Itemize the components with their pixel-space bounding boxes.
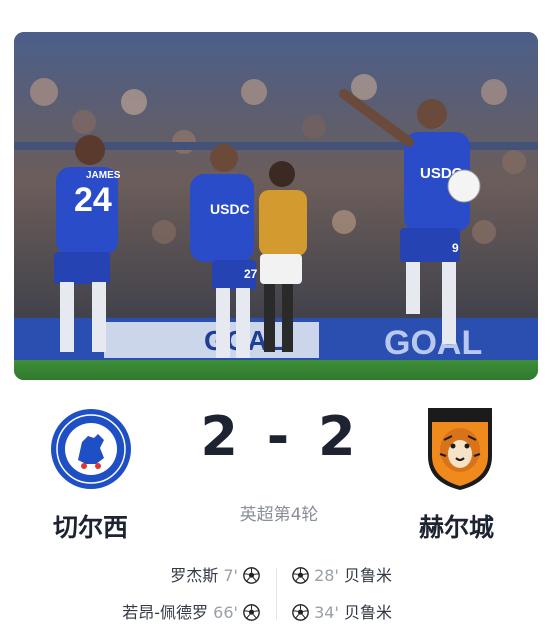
away-score: 2 (318, 405, 358, 468)
goal-minute: 66' (213, 603, 238, 622)
scoreline: 2 - 2 (0, 405, 558, 468)
home-score: 2 (200, 405, 240, 468)
home-goal-event: 罗杰斯 7' (170, 562, 260, 586)
goal-minute: 28' (314, 566, 339, 585)
scorer-name: 罗杰斯 (170, 566, 219, 585)
match-photo-graphic: GOAL GOAL 24 JAMES USDC 27 (14, 32, 538, 380)
svg-text:JAMES: JAMES (86, 170, 121, 181)
goal-minute: 34' (314, 603, 339, 622)
events-divider (276, 568, 277, 620)
soccer-ball-icon (292, 604, 309, 621)
away-goal-event: 34' 贝鲁米 (292, 599, 392, 623)
goal-minute: 7' (223, 566, 238, 585)
scorer-name: 贝鲁米 (343, 566, 392, 585)
soccer-ball-icon (292, 567, 309, 584)
svg-text:24: 24 (74, 181, 112, 219)
away-team-name[interactable]: 赫尔城 (419, 508, 494, 544)
svg-text:USDC: USDC (210, 201, 250, 217)
score-separator: - (266, 405, 292, 468)
match-photo: GOAL GOAL 24 JAMES USDC 27 (14, 32, 538, 380)
home-team-name[interactable]: 切尔西 (53, 508, 128, 544)
scorer-name: 贝鲁米 (343, 603, 392, 622)
ad-board-text: GOAL (384, 324, 482, 362)
svg-text:27: 27 (244, 267, 258, 281)
svg-text:9: 9 (452, 241, 459, 255)
soccer-ball-icon (243, 604, 260, 621)
home-goal-event: 若昂-佩德罗 66' (122, 599, 260, 623)
away-goal-event: 28' 贝鲁米 (292, 562, 392, 586)
soccer-ball-icon (243, 567, 260, 584)
scorer-name: 若昂-佩德罗 (122, 603, 209, 622)
goal-events: 罗杰斯 7' 若昂-佩德罗 66' 28' 贝鲁米 34' 贝鲁米 (0, 558, 558, 628)
